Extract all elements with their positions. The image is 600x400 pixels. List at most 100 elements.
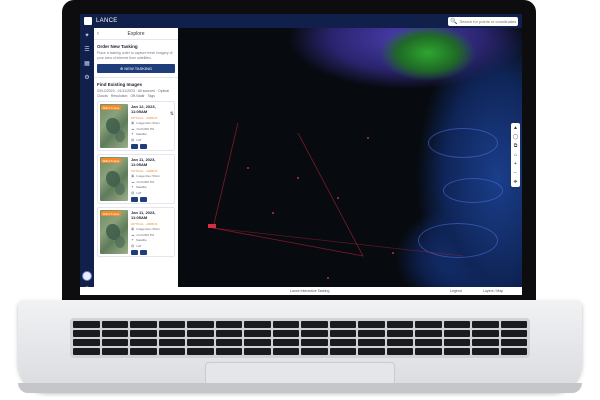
key (101, 321, 128, 328)
key (73, 339, 100, 346)
filter-chip[interactable]: Clouds (97, 94, 108, 98)
key (187, 321, 214, 328)
draw-icon[interactable]: ⎈ (513, 179, 517, 185)
aoi-line (212, 227, 464, 257)
filter-line[interactable]: 03/12/2023 - 01/11/2023 · All sources · … (97, 89, 175, 93)
image-icon: ▣ (131, 227, 135, 231)
card-row: ☁ CLOUDS 5% (131, 127, 172, 131)
key (187, 339, 214, 346)
zoom-in-icon[interactable]: + (514, 161, 517, 167)
key (415, 339, 442, 346)
key (500, 339, 527, 346)
card-action-button[interactable] (140, 144, 147, 149)
new-tasking-label: NEW TASKING (124, 66, 153, 71)
map-point (247, 167, 249, 169)
image-icon: ▣ (131, 121, 135, 125)
key (73, 321, 100, 328)
search-box[interactable]: 🔍 (448, 16, 518, 26)
panel-title: Explore (127, 30, 145, 37)
existing-title: Find Existing Images (97, 82, 143, 87)
card-action-button[interactable] (131, 197, 138, 202)
image-card[interactable]: Within 5 days Jan 11, 2023, 11:05AM OPTI… (97, 154, 175, 204)
filter-chip[interactable]: Tags (148, 94, 155, 98)
home-icon[interactable]: ⌂ (514, 152, 517, 158)
key (443, 330, 470, 337)
card-row: ☁ CLOUDS 5% (131, 233, 172, 237)
card-action-button[interactable] (140, 250, 147, 255)
card-action-button[interactable] (140, 197, 147, 202)
calendar-icon: ▤ (131, 243, 135, 248)
key (215, 348, 242, 355)
map-point (297, 177, 299, 179)
satellite-icon[interactable]: ✦ (84, 32, 89, 40)
order-title: Order New Tasking (97, 44, 138, 49)
new-tasking-button[interactable]: ⊕ NEW TASKING (97, 64, 175, 73)
key (301, 330, 328, 337)
thumbnail-shape (115, 130, 125, 142)
compass-icon[interactable]: ▲ (513, 125, 518, 131)
legend-link[interactable]: Legend (450, 289, 462, 293)
card-meta: Jan 11, 2023, 11:05AM OPTICAL · AIRBUS ▣… (131, 210, 172, 255)
status-badge: Within 5 days (101, 158, 121, 163)
card-actions (131, 144, 172, 149)
status-badge: Within 5 days (101, 211, 121, 216)
key (215, 321, 242, 328)
key (272, 321, 299, 328)
key (215, 330, 242, 337)
key (443, 321, 470, 328)
key (386, 321, 413, 328)
image-thumbnail[interactable]: Within 5 days (100, 104, 128, 148)
status-bar: Lance Interactive Tasking Legend Layers … (80, 287, 522, 295)
key (187, 348, 214, 355)
image-card[interactable]: Within 5 days Jan 12, 2023, 11:05AM OPTI… (97, 101, 175, 151)
key (472, 348, 499, 355)
aoi-marker[interactable] (208, 224, 216, 228)
map-point (392, 252, 394, 254)
key (187, 330, 214, 337)
map-view[interactable]: ▲ ◯ ⧉ ⌂ + − ⎈ (178, 28, 522, 295)
card-tag: OPTICAL · AIRBUS (131, 115, 158, 120)
key (472, 321, 499, 328)
order-text: Place a tasking order to capture fresh i… (97, 51, 173, 60)
key (386, 330, 413, 337)
avatar[interactable] (82, 271, 92, 281)
search-input[interactable] (459, 18, 516, 24)
key (301, 339, 328, 346)
card-row-text: CLOUDS 5% (136, 126, 155, 131)
layers-icon[interactable]: ⧉ (514, 143, 518, 149)
card-row-text: CLOUDS 5% (136, 232, 155, 237)
image-thumbnail[interactable]: Within 5 days (100, 157, 128, 201)
globe-icon[interactable]: ◯ (513, 134, 519, 140)
map-controls: ▲ ◯ ⧉ ⌂ + − ⎈ (511, 123, 520, 187)
key (301, 321, 328, 328)
layers-icon[interactable]: ☰ (84, 46, 89, 54)
filter-chip[interactable]: Resolution (111, 94, 128, 98)
card-row: ✦ Satellite (131, 238, 172, 242)
satellite-icon: ✦ (131, 185, 134, 189)
key (500, 330, 527, 337)
key (443, 348, 470, 355)
image-card[interactable]: Within 5 days Jan 11, 2023, 11:05AM OPTI… (97, 207, 175, 257)
key (358, 321, 385, 328)
card-row-text: Satellite (135, 238, 147, 242)
filter-chip[interactable]: Off-Nadir (130, 94, 144, 98)
map-point (337, 197, 339, 199)
card-row: ✦ Satellite (131, 185, 172, 189)
library-icon[interactable]: ▦ (84, 60, 90, 68)
zoom-out-icon[interactable]: − (514, 170, 517, 176)
key (358, 339, 385, 346)
key (215, 339, 242, 346)
key (272, 339, 299, 346)
sort-icon[interactable]: ⇅ (170, 111, 174, 117)
card-row-text: Satellite (135, 185, 147, 189)
image-thumbnail[interactable]: Within 5 days (100, 210, 128, 254)
card-action-button[interactable] (131, 250, 138, 255)
key (101, 339, 128, 346)
key (101, 330, 128, 337)
card-row: ▣ Image Res: 50cm (131, 121, 172, 125)
back-icon[interactable]: ‹ (97, 31, 99, 37)
layers-link[interactable]: Layers / Map (483, 289, 503, 293)
laptop-mockup: LANCE 🔍 ✦ ☰ ▦ ⚙ ➲ ‹ Explore Order New Ta… (0, 0, 600, 400)
card-action-button[interactable] (131, 144, 138, 149)
settings-icon[interactable]: ⚙ (84, 74, 89, 82)
